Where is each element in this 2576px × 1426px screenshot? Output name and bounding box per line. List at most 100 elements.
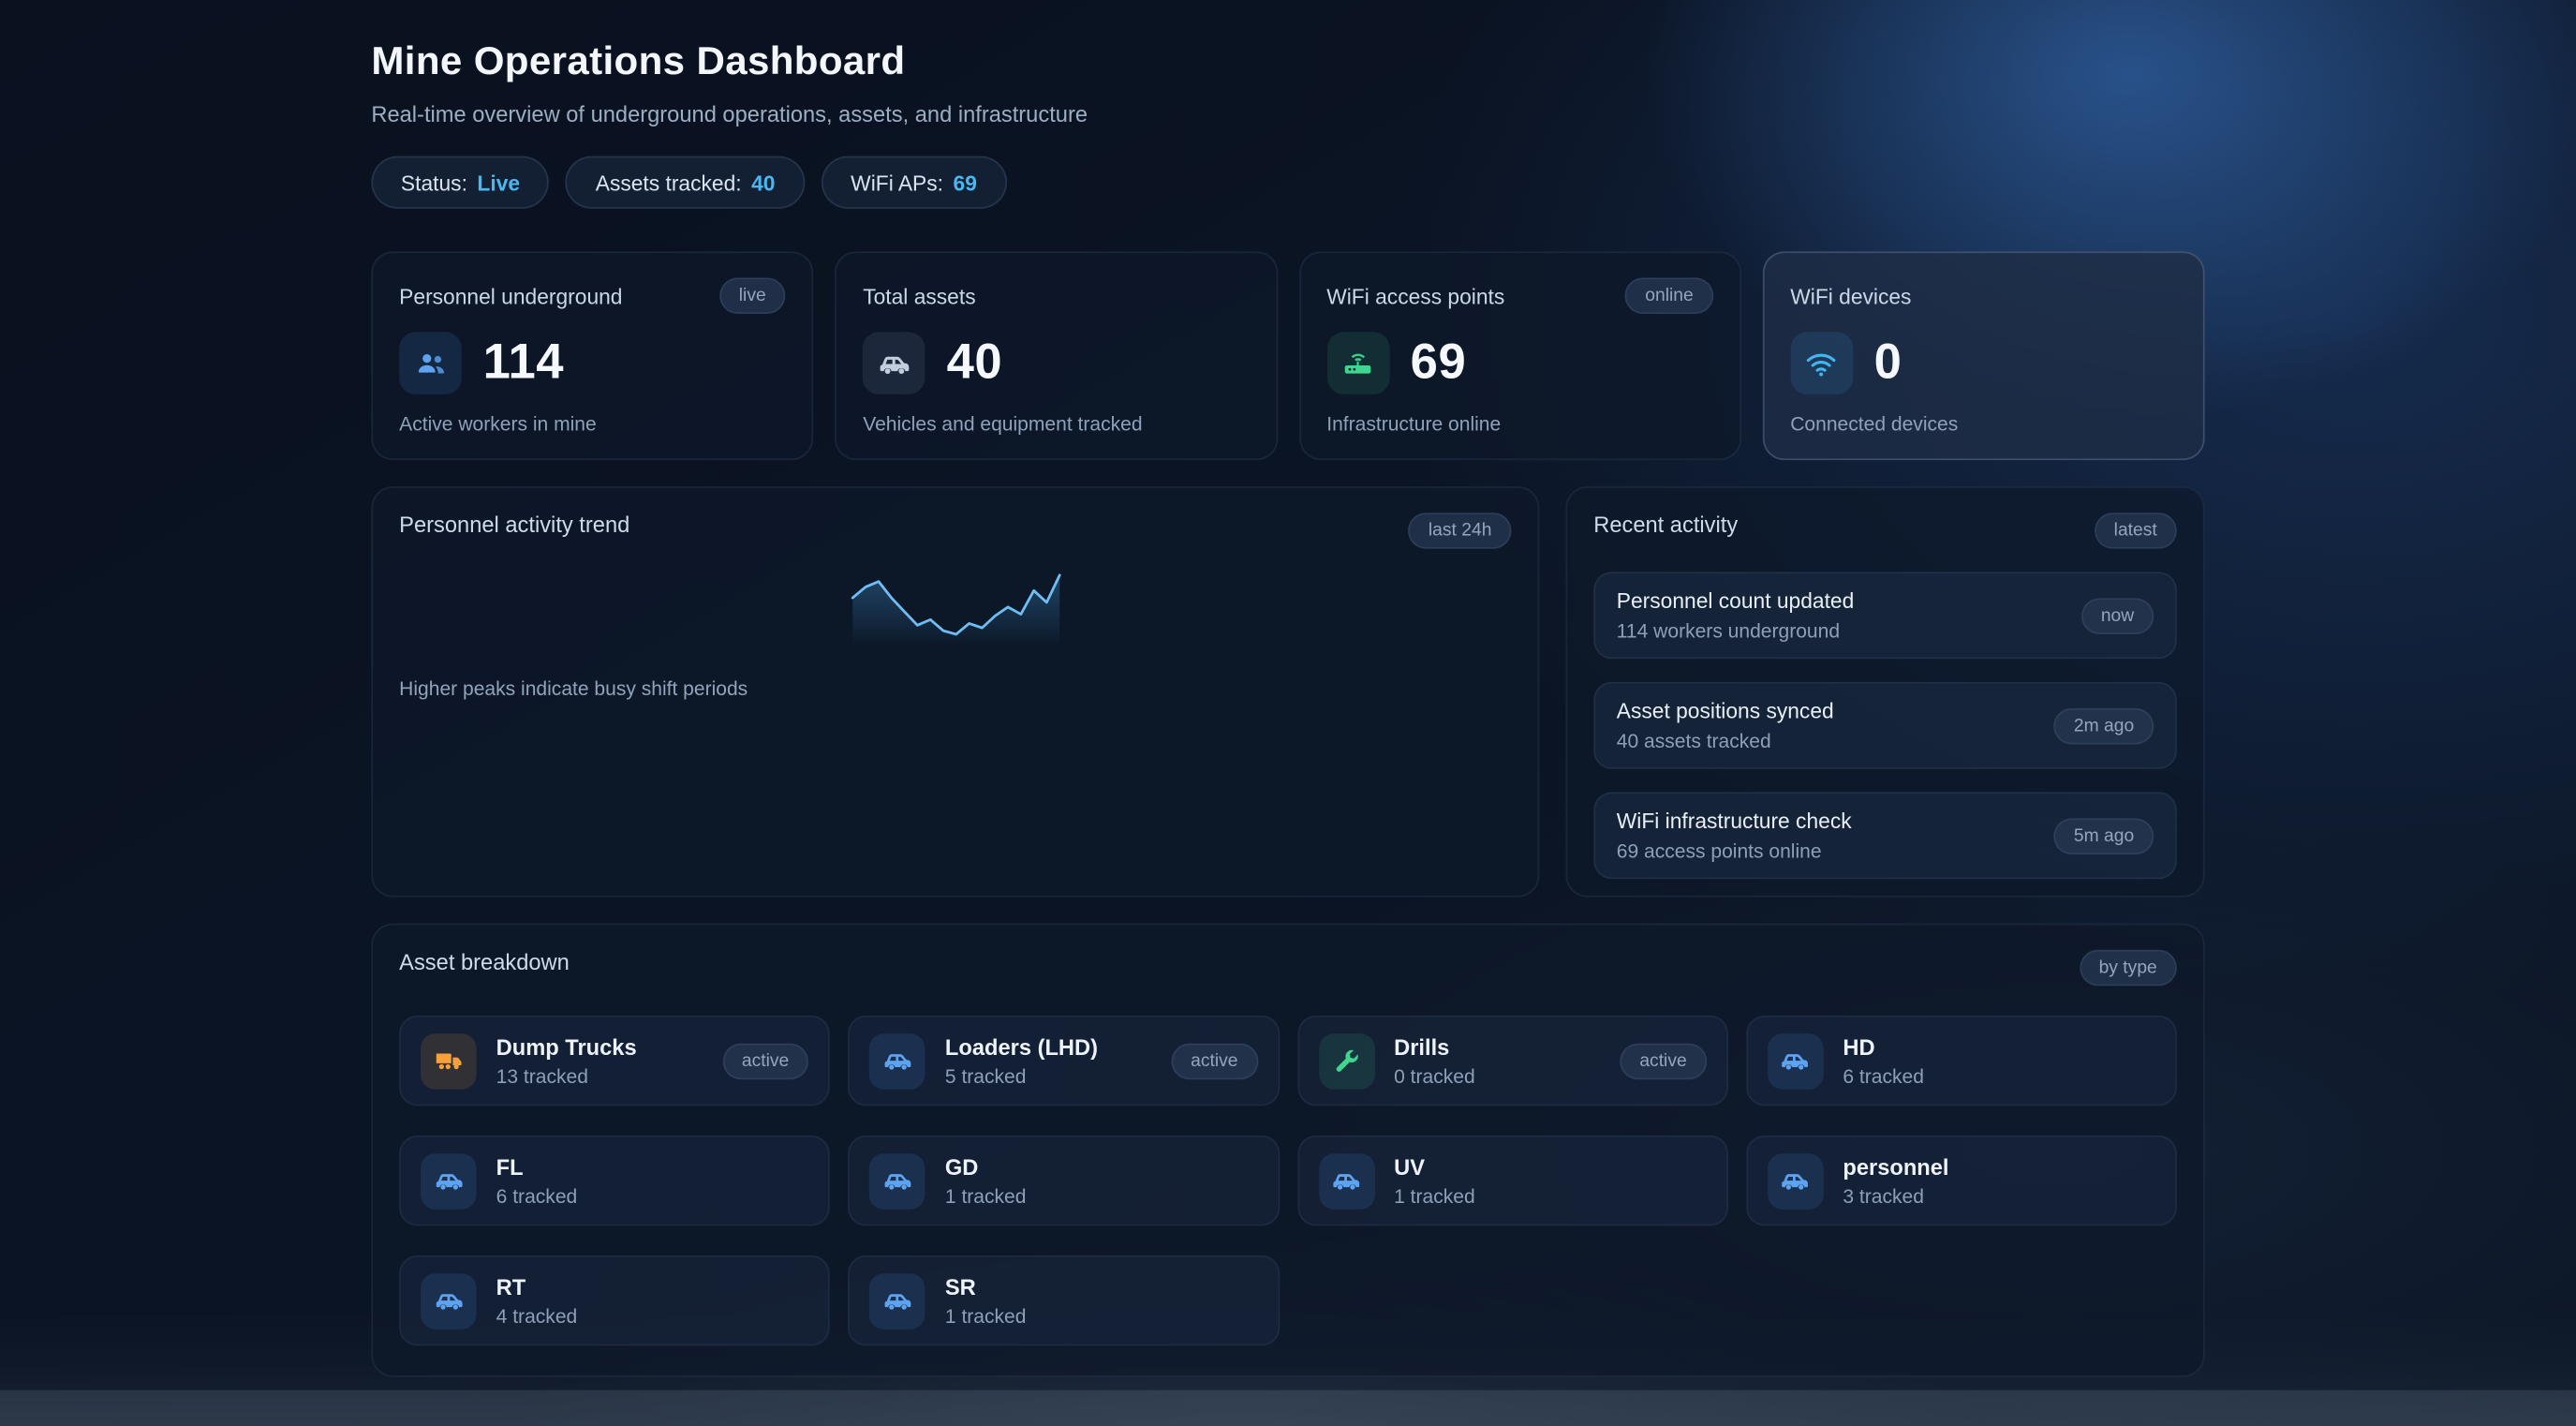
- asset-name: Loaders (LHD): [945, 1034, 1098, 1059]
- asset-name: Dump Trucks: [496, 1034, 637, 1059]
- wifi-icon: [1790, 332, 1853, 394]
- asset-count: 1 tracked: [945, 1304, 1027, 1328]
- asset-tile-loaders-lhd: Loaders (LHD) 5 tracked active: [848, 1016, 1279, 1106]
- asset-grid: Dump Trucks 13 tracked active Loaders (L…: [399, 1016, 2177, 1346]
- personnel-activity-trend-card: Personnel activity trend last 24h: [371, 486, 1539, 897]
- recent-activity-card: Recent activity latest Personnel count u…: [1565, 486, 2204, 897]
- activity-time-badge: 2m ago: [2054, 707, 2154, 744]
- trend-title: Personnel activity trend: [399, 512, 629, 537]
- active-badge: active: [1620, 1043, 1707, 1079]
- stat-title: Total assets: [863, 284, 975, 308]
- stat-cards-row: Personnel underground live 114 Active wo…: [371, 251, 2204, 460]
- activity-item: Asset positions synced 40 assets tracked…: [1593, 682, 2177, 769]
- bottom-map-band: [0, 1390, 2576, 1426]
- asset-tile-drills: Drills 0 tracked active: [1297, 1016, 1728, 1106]
- asset-tile-personnel: personnel 3 tracked: [1746, 1136, 2177, 1225]
- pill-status-label: Status:: [401, 171, 467, 195]
- asset-count: 0 tracked: [1394, 1064, 1475, 1088]
- asset-count: 4 tracked: [496, 1304, 578, 1328]
- stat-subtitle: Connected devices: [1790, 412, 2177, 436]
- asset-name: RT: [496, 1274, 578, 1299]
- asset-count: 1 tracked: [1394, 1184, 1475, 1208]
- pill-assets-tracked: Assets tracked: 40: [566, 156, 805, 209]
- stat-subtitle: Active workers in mine: [399, 412, 786, 436]
- stat-subtitle: Infrastructure online: [1326, 412, 1713, 436]
- asset-count: 13 tracked: [496, 1064, 637, 1088]
- page-title: Mine Operations Dashboard: [371, 39, 2204, 85]
- wrench-icon: [1318, 1032, 1374, 1089]
- stat-value: 114: [483, 335, 564, 392]
- truck-icon: [421, 1032, 477, 1089]
- stat-card-personnel-underground: Personnel underground live 114 Active wo…: [371, 251, 813, 460]
- activity-item-subtitle: 40 assets tracked: [1617, 730, 1834, 753]
- activity-item: Personnel count updated 114 workers unde…: [1593, 572, 2177, 659]
- stat-title: Personnel underground: [399, 284, 622, 308]
- vehicle-icon: [1768, 1032, 1824, 1089]
- pill-assets-label: Assets tracked:: [596, 171, 742, 195]
- stat-card-wifi-access-points: WiFi access points online 69 Infrastruct…: [1298, 251, 1740, 460]
- middle-row: Personnel activity trend last 24h: [371, 486, 2204, 897]
- pill-wifi-label: WiFi APs:: [851, 171, 943, 195]
- vehicle-icon: [421, 1152, 477, 1209]
- asset-tile-gd: GD 1 tracked: [848, 1136, 1279, 1225]
- activity-item: WiFi infrastructure check 69 access poin…: [1593, 792, 2177, 879]
- asset-name: UV: [1394, 1154, 1475, 1179]
- asset-name: personnel: [1843, 1154, 1948, 1179]
- stat-card-total-assets: Total assets 40 Vehicles and equipment t…: [835, 251, 1277, 460]
- stat-value: 40: [947, 335, 1003, 392]
- trend-chart: [847, 569, 1064, 651]
- by-type-badge: by type: [2080, 950, 2177, 987]
- status-pills: Status: Live Assets tracked: 40 WiFi APs…: [371, 156, 2204, 209]
- asset-tile-rt: RT 4 tracked: [399, 1255, 830, 1345]
- pill-assets-value: 40: [751, 171, 775, 195]
- asset-name: Drills: [1394, 1034, 1475, 1059]
- asset-name: FL: [496, 1154, 578, 1179]
- asset-breakdown-title: Asset breakdown: [399, 950, 570, 974]
- active-badge: active: [722, 1043, 809, 1079]
- asset-tile-sr: SR 1 tracked: [848, 1255, 1279, 1345]
- asset-breakdown-card: Asset breakdown by type Dump Trucks 13 t…: [371, 924, 2204, 1377]
- stat-subtitle: Vehicles and equipment tracked: [863, 412, 1250, 436]
- stat-value: 0: [1874, 335, 1902, 392]
- asset-name: SR: [945, 1274, 1027, 1299]
- stat-title: WiFi devices: [1790, 284, 1911, 308]
- asset-tile-fl: FL 6 tracked: [399, 1136, 830, 1225]
- asset-count: 3 tracked: [1843, 1184, 1948, 1208]
- page-subtitle: Real-time overview of underground operat…: [371, 102, 2204, 126]
- asset-count: 5 tracked: [945, 1064, 1098, 1088]
- pill-wifi-aps: WiFi APs: 69: [822, 156, 1007, 209]
- latest-badge: latest: [2095, 512, 2177, 549]
- recent-activity-title: Recent activity: [1593, 512, 1738, 537]
- pill-status-value: Live: [477, 171, 520, 195]
- activity-time-badge: now: [2081, 598, 2154, 634]
- asset-tile-hd: HD 6 tracked: [1746, 1016, 2177, 1106]
- vehicle-icon: [1318, 1152, 1374, 1209]
- vehicle-icon: [863, 332, 925, 394]
- active-badge: active: [1171, 1043, 1258, 1079]
- asset-count: 6 tracked: [496, 1184, 578, 1208]
- activity-item-subtitle: 114 workers underground: [1617, 619, 1855, 643]
- stat-card-wifi-devices: WiFi devices 0 Connected devices: [1762, 251, 2204, 460]
- activity-list: Personnel count updated 114 workers unde…: [1593, 572, 2177, 879]
- activity-item-subtitle: 69 access points online: [1617, 839, 1852, 863]
- time-window-badge: last 24h: [1409, 512, 1512, 549]
- asset-tile-uv: UV 1 tracked: [1297, 1136, 1728, 1225]
- asset-name: HD: [1843, 1034, 1924, 1059]
- asset-count: 6 tracked: [1843, 1064, 1924, 1088]
- trend-caption: Higher peaks indicate busy shift periods: [399, 677, 1511, 701]
- online-badge: online: [1625, 277, 1713, 314]
- asset-name: GD: [945, 1154, 1027, 1179]
- router-icon: [1326, 332, 1389, 394]
- activity-item-title: Personnel count updated: [1617, 588, 1855, 613]
- activity-item-title: WiFi infrastructure check: [1617, 809, 1852, 833]
- activity-item-title: Asset positions synced: [1617, 698, 1834, 722]
- users-icon: [399, 332, 462, 394]
- live-badge: live: [719, 277, 786, 314]
- dashboard-container: Mine Operations Dashboard Real-time over…: [371, 0, 2204, 1377]
- activity-time-badge: 5m ago: [2054, 818, 2154, 854]
- pill-status: Status: Live: [371, 156, 549, 209]
- vehicle-icon: [869, 1152, 925, 1209]
- pill-wifi-value: 69: [954, 171, 977, 195]
- stat-value: 69: [1411, 335, 1467, 392]
- vehicle-icon: [869, 1032, 925, 1089]
